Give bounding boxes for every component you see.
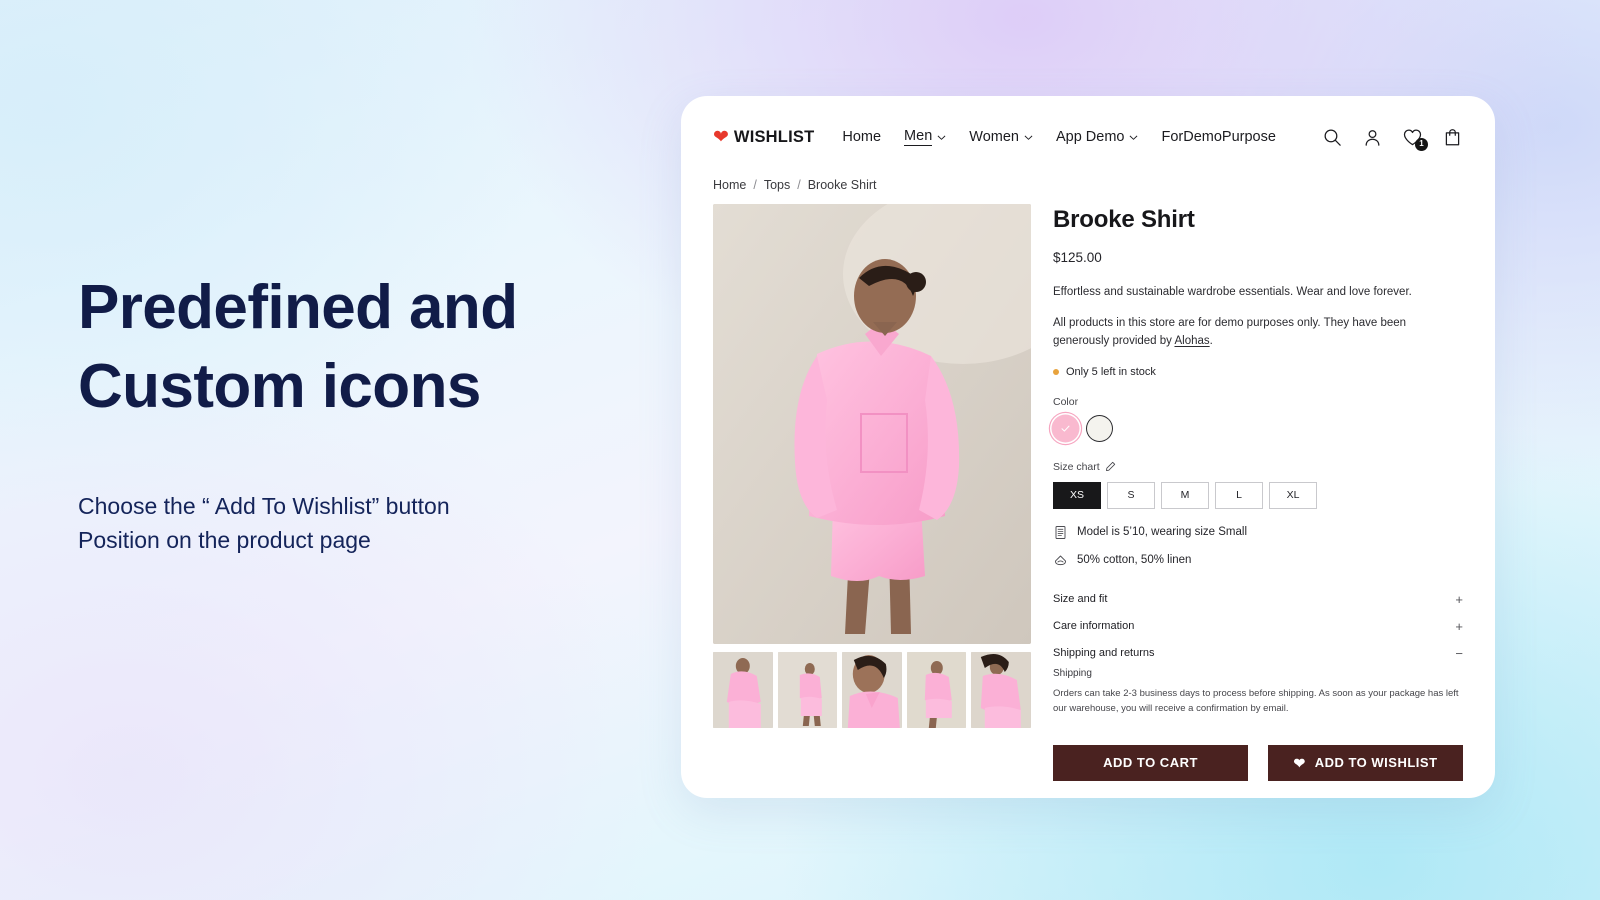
- material-info-label: 50% cotton, 50% linen: [1077, 554, 1192, 567]
- color-swatches: [1053, 415, 1463, 441]
- color-label: Color: [1053, 395, 1079, 408]
- thumbnail-2[interactable]: [777, 652, 838, 728]
- nav-item-men[interactable]: Men: [904, 128, 946, 146]
- check-icon: [1061, 425, 1070, 432]
- promo-canvas: Predefined and Custom icons Choose the “…: [0, 0, 1600, 900]
- shipping-subtitle: Shipping: [1053, 667, 1092, 679]
- promo-title-line-2: Custom icons: [78, 352, 481, 422]
- breadcrumb-separator: /: [797, 178, 801, 192]
- model-info-label: Model is 5’10, wearing size Small: [1077, 526, 1248, 539]
- color-swatch-cream[interactable]: [1087, 415, 1112, 441]
- nav-item-fordemopurpose[interactable]: ForDemoPurpose: [1161, 129, 1275, 145]
- thumbnail-1[interactable]: [713, 652, 773, 728]
- promo-text-block: Predefined and Custom icons Choose the “…: [78, 268, 678, 558]
- fabric-icon: [1054, 555, 1067, 565]
- cta-row: ADD TO CART ❤ ADD TO WISHLIST: [1053, 744, 1463, 781]
- accordion-toggle-icon: −: [1455, 645, 1463, 661]
- add-to-wishlist-label: ADD TO WISHLIST: [1314, 755, 1438, 771]
- promo-subtitle: Choose the “ Add To Wishlist” button Pos…: [78, 489, 678, 558]
- accordion-title: Size and fit: [1053, 593, 1108, 606]
- add-to-cart-label: ADD TO CART: [1103, 755, 1198, 771]
- stock-label: Only 5 left in stock: [1066, 365, 1156, 378]
- color-swatch-pink[interactable]: [1053, 415, 1078, 441]
- size-option-l[interactable]: L: [1215, 481, 1263, 509]
- nav-item-home[interactable]: Home: [842, 129, 881, 145]
- description-text-after: .: [1209, 335, 1213, 348]
- accordion-toggle-icon: +: [1455, 591, 1463, 607]
- main-nav: Home Men Women App Demo ForDemoPurpose: [842, 128, 1322, 146]
- breadcrumb-separator: /: [753, 178, 757, 192]
- stock-status: Only 5 left in stock: [1053, 366, 1463, 378]
- pencil-icon: [1105, 462, 1115, 472]
- chevron-down-icon: [1129, 133, 1138, 142]
- heart-icon: ❤: [713, 126, 729, 148]
- thumbnail-4[interactable]: [906, 652, 967, 728]
- size-option-xl[interactable]: XL: [1269, 481, 1317, 509]
- promo-title-line-1: Predefined and: [78, 273, 518, 342]
- description-text-before: All products in this store are for demo …: [1053, 316, 1407, 348]
- nav-label: Home: [842, 129, 882, 145]
- breadcrumb-item-current: Brooke Shirt: [807, 178, 877, 192]
- accordion-title: Care information: [1053, 620, 1135, 633]
- accordion-toggle-icon: +: [1455, 618, 1463, 634]
- search-icon[interactable]: [1322, 127, 1343, 148]
- store-preview-card: ❤ WISHLIST Home Men Women App Demo ForDe…: [681, 96, 1495, 798]
- heart-icon: ❤: [1293, 754, 1306, 771]
- nav-label: Men: [904, 128, 933, 146]
- cart-icon[interactable]: [1442, 127, 1463, 148]
- stock-dot-icon: [1053, 368, 1059, 375]
- nav-label: Women: [969, 129, 1019, 145]
- brand-name: WISHLIST: [733, 127, 815, 146]
- product-price: $125.00: [1053, 250, 1102, 265]
- add-to-wishlist-button[interactable]: ❤ ADD TO WISHLIST: [1268, 744, 1463, 781]
- size-option-m[interactable]: M: [1161, 481, 1209, 509]
- product-description-2: All products in this store are for demo …: [1053, 314, 1463, 351]
- wishlist-count-badge: 1: [1415, 137, 1428, 151]
- chevron-down-icon: [1024, 133, 1033, 142]
- model-info: Model is 5’10, wearing size Small: [1053, 525, 1463, 540]
- account-icon[interactable]: [1362, 127, 1383, 148]
- promo-subtitle-line-1: Choose the “ Add To Wishlist” button: [78, 492, 450, 519]
- product-detail: Brooke Shirt $125.00 Effortless and sust…: [713, 204, 1463, 781]
- nav-item-app-demo[interactable]: App Demo: [1056, 129, 1139, 145]
- product-accordions: Size and fit + Care information + Shippi…: [1053, 586, 1463, 723]
- size-option-s[interactable]: S: [1107, 481, 1155, 509]
- thumbnail-strip: [713, 652, 1031, 728]
- add-to-cart-button[interactable]: ADD TO CART: [1053, 744, 1248, 781]
- alohas-link[interactable]: Alohas: [1174, 335, 1209, 347]
- brand-logo[interactable]: ❤ WISHLIST: [713, 128, 814, 147]
- size-option-xs[interactable]: XS: [1053, 481, 1101, 509]
- breadcrumb-item-home[interactable]: Home: [713, 178, 746, 192]
- wishlist-icon[interactable]: 1: [1402, 127, 1428, 151]
- nav-label: App Demo: [1055, 129, 1125, 145]
- ruler-icon: [1055, 525, 1066, 539]
- size-chart-link[interactable]: Size chart: [1053, 461, 1463, 473]
- accordion-size-and-fit[interactable]: Size and fit +: [1053, 586, 1463, 613]
- nav-label: ForDemoPurpose: [1161, 129, 1276, 145]
- material-info: 50% cotton, 50% linen: [1053, 553, 1463, 568]
- accordion-shipping-and-returns[interactable]: Shipping and returns −: [1053, 640, 1463, 667]
- product-gallery: [713, 204, 1031, 781]
- thumbnail-3[interactable]: [842, 652, 902, 728]
- site-header: ❤ WISHLIST Home Men Women App Demo ForDe…: [713, 96, 1463, 164]
- accordion-care-information[interactable]: Care information +: [1053, 613, 1463, 640]
- breadcrumb-item-tops[interactable]: Tops: [764, 178, 790, 192]
- thumbnail-5[interactable]: [971, 652, 1031, 728]
- promo-subtitle-line-2: Position on the product page: [78, 527, 371, 554]
- shipping-body-text: Orders can take 2-3 business days to pro…: [1053, 687, 1459, 715]
- nav-item-women[interactable]: Women: [969, 129, 1033, 145]
- header-actions: 1: [1322, 127, 1463, 151]
- accordion-title: Shipping and returns: [1053, 647, 1155, 660]
- page-title: Predefined and Custom icons: [78, 268, 678, 427]
- size-chart-label: Size chart: [1053, 460, 1100, 473]
- product-title: Brooke Shirt: [1053, 206, 1195, 233]
- product-info: Brooke Shirt $125.00 Effortless and sust…: [1053, 204, 1463, 781]
- size-selector: XS S M L XL: [1053, 481, 1463, 509]
- product-description-1: Effortless and sustainable wardrobe esse…: [1053, 286, 1412, 298]
- product-main-image[interactable]: [713, 204, 1031, 644]
- accordion-shipping-body: Shipping Orders can take 2-3 business da…: [1053, 667, 1463, 723]
- chevron-down-icon: [937, 133, 946, 142]
- breadcrumb: Home / Tops / Brooke Shirt: [713, 164, 1463, 204]
